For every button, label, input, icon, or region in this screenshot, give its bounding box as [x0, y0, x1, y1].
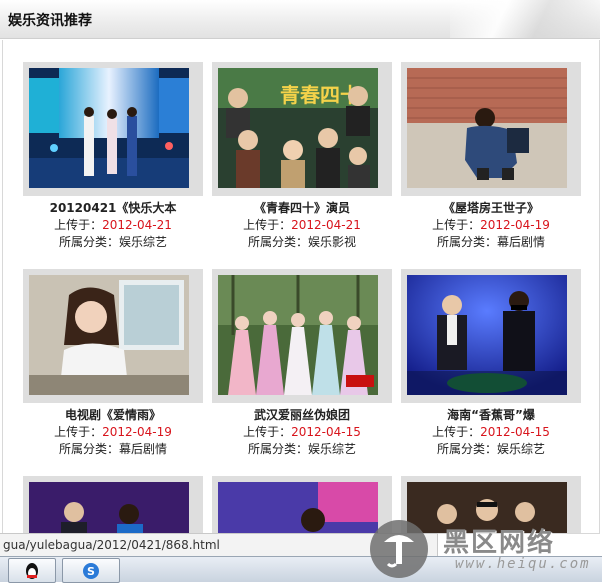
tv-show-stage-image — [407, 275, 567, 395]
category-label: 所属分类： — [58, 442, 119, 456]
video-thumbnail[interactable] — [401, 62, 581, 196]
upload-label: 上传于： — [54, 218, 103, 232]
sogou-icon: S — [83, 563, 99, 579]
video-card[interactable]: 武汉爱丽丝伪娘团 上传于：2012-04-15 所属分类：娱乐综艺 — [212, 269, 392, 469]
svg-text:S: S — [87, 565, 95, 578]
upload-label: 上传于： — [243, 425, 292, 439]
heiqu-logo-icon — [370, 520, 428, 578]
video-thumbnail[interactable] — [23, 476, 203, 533]
upload-date: 2012-04-21 — [102, 218, 172, 232]
video-card[interactable]: 20120421《快乐大本 上传于：2012-04-21 所属分类：娱乐综艺 — [23, 62, 203, 262]
upload-label: 上传于： — [243, 218, 292, 232]
upload-label: 上传于： — [54, 425, 103, 439]
talk-show-image — [29, 482, 189, 533]
category-label: 所属分类： — [436, 235, 497, 249]
video-card[interactable]: 《屋塔房王世子》 上传于：2012-04-19 所属分类：幕后剧情 — [401, 62, 581, 262]
watermark-url: www.heiqu.com — [455, 556, 591, 572]
video-card[interactable]: 青春四十 《青春四十》演员 上传于：2012-04-21 所属分类：娱乐影视 — [212, 62, 392, 262]
upload-date-line: 上传于：2012-04-15 — [212, 424, 392, 440]
category-line: 所属分类：娱乐综艺 — [23, 234, 203, 250]
category-label: 所属分类： — [436, 442, 497, 456]
site-watermark: 黑区网络 www.heiqu.com — [368, 516, 602, 581]
video-title[interactable]: 海南“香蕉哥”爆 — [401, 407, 581, 423]
video-thumbnail[interactable] — [401, 269, 581, 403]
upload-date-line: 上传于：2012-04-19 — [401, 217, 581, 233]
video-title[interactable]: 20120421《快乐大本 — [23, 200, 203, 216]
video-card[interactable] — [23, 476, 203, 533]
category-link[interactable]: 娱乐影视 — [308, 235, 356, 249]
section-header: 娱乐资讯推荐 — [0, 0, 600, 39]
upload-label: 上传于： — [432, 425, 481, 439]
video-thumbnail[interactable]: 青春四十 — [212, 62, 392, 196]
upload-date: 2012-04-15 — [291, 425, 361, 439]
upload-date-line: 上传于：2012-04-19 — [23, 424, 203, 440]
header-sheen — [450, 0, 600, 38]
upload-date: 2012-04-19 — [480, 218, 550, 232]
taskbar-sogou-button[interactable]: S — [62, 558, 120, 583]
category-line: 所属分类：娱乐综艺 — [401, 441, 581, 457]
video-thumbnail[interactable] — [212, 476, 392, 533]
upload-date-line: 上传于：2012-04-15 — [401, 424, 581, 440]
category-link[interactable]: 娱乐综艺 — [119, 235, 167, 249]
category-label: 所属分类： — [58, 235, 119, 249]
upload-date: 2012-04-15 — [480, 425, 550, 439]
qq-icon — [26, 563, 38, 579]
stage-performance-image — [218, 482, 378, 533]
taskbar-qq-button[interactable] — [8, 558, 56, 583]
category-label: 所属分类： — [247, 442, 308, 456]
upload-date: 2012-04-19 — [102, 425, 172, 439]
category-link[interactable]: 幕后剧情 — [119, 442, 167, 456]
stage-show-image — [29, 68, 189, 188]
video-thumbnail[interactable] — [212, 269, 392, 403]
video-thumbnail[interactable] — [23, 62, 203, 196]
category-line: 所属分类：娱乐综艺 — [212, 441, 392, 457]
actress-window-image — [29, 275, 189, 395]
watermark-brand: 黑区网络 — [443, 528, 556, 558]
video-card[interactable]: 海南“香蕉哥”爆 上传于：2012-04-15 所属分类：娱乐综艺 — [401, 269, 581, 469]
video-title[interactable]: 《屋塔房王世子》 — [401, 200, 581, 216]
upload-date-line: 上传于：2012-04-21 — [212, 217, 392, 233]
video-title[interactable]: 电视剧《爱情雨》 — [23, 407, 203, 423]
video-grid: 20120421《快乐大本 上传于：2012-04-21 所属分类：娱乐综艺 青… — [2, 40, 600, 534]
video-title[interactable]: 武汉爱丽丝伪娘团 — [212, 407, 392, 423]
category-link[interactable]: 娱乐综艺 — [497, 442, 545, 456]
upload-date-line: 上传于：2012-04-21 — [23, 217, 203, 233]
video-card[interactable] — [212, 476, 392, 533]
category-link[interactable]: 幕后剧情 — [497, 235, 545, 249]
category-line: 所属分类：娱乐影视 — [212, 234, 392, 250]
actor-crouching-image — [407, 68, 567, 188]
costume-group-image — [218, 275, 378, 395]
section-title: 娱乐资讯推荐 — [8, 13, 92, 29]
upload-label: 上传于： — [432, 218, 481, 232]
drama-poster-image: 青春四十 — [218, 68, 378, 188]
category-label: 所属分类： — [247, 235, 308, 249]
video-title[interactable]: 《青春四十》演员 — [212, 200, 392, 216]
category-link[interactable]: 娱乐综艺 — [308, 442, 356, 456]
category-line: 所属分类：幕后剧情 — [23, 441, 203, 457]
upload-date: 2012-04-21 — [291, 218, 361, 232]
video-thumbnail[interactable] — [23, 269, 203, 403]
category-line: 所属分类：幕后剧情 — [401, 234, 581, 250]
poster-title: 青春四十 — [280, 83, 360, 107]
video-card[interactable]: 电视剧《爱情雨》 上传于：2012-04-19 所属分类：幕后剧情 — [23, 269, 203, 469]
